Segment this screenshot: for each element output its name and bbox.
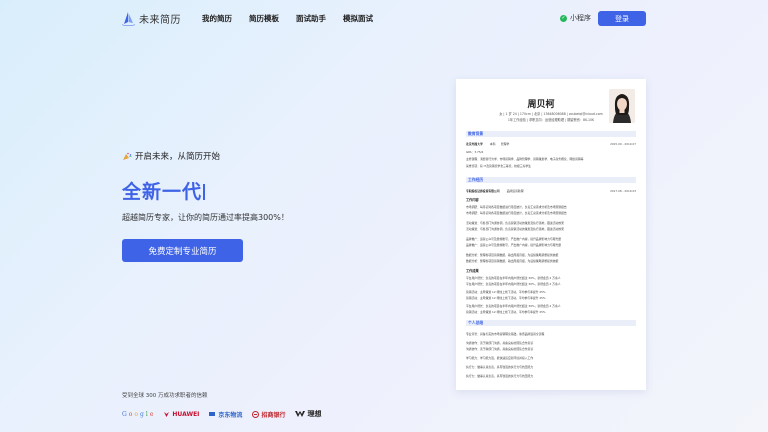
resume-preview-card[interactable]: 周贝柯 女 | 1 岁 24 | 170cm | 北京 | 1364800608… [456, 79, 646, 390]
work-result: 平台用户增长：负责的项目在半年内用户增长超过 30%，新增会员 2 万余人 [466, 276, 561, 280]
work-results-title: 工作成果 [466, 269, 479, 273]
section-summary: 个人总结 [466, 320, 636, 326]
summary-item: 沟通协作：善于跨部门沟通，具备良好的团队合作意识 [466, 341, 534, 345]
summary-item: 执行力：做事认真负责，具有较强的执行力与抗压能力 [466, 365, 534, 369]
huawei-flower-icon [164, 412, 170, 417]
resume-name: 周贝柯 [527, 100, 555, 110]
summary-item: 学习能力：学习能力强，能快速适应新环境并投入工作 [466, 356, 534, 360]
nav-interview-assistant[interactable]: 面试助手 [296, 13, 326, 24]
nav-my-resume[interactable]: 我的简历 [202, 13, 232, 24]
work-result: 平台用户增长：负责的项目在半年内用户增长超过 30%，新增会员 2 万余人 [466, 304, 561, 308]
brand-jd: 京东物流 [209, 410, 242, 419]
hero-tag-text: 开启未来，从简历开始 [135, 152, 221, 162]
work-item: 市场调研：每月初对各项目数据进行月度统计，负责汇总需求分析及市场预测报告 [466, 205, 567, 209]
create-resume-button[interactable]: 免费定制专业简历 [122, 239, 243, 262]
edu-period: 2015.09 - 2019.07 [610, 142, 636, 146]
party-popper-icon [123, 152, 132, 160]
brand-huawei: HUAWEI [163, 411, 199, 418]
brand-logos: Google HUAWEI 京东物流 招商银行 理想 [122, 409, 321, 419]
work-item: 市场调研：每月初对各项目数据进行月度统计，负责汇总需求分析及市场预测报告 [466, 211, 567, 215]
work-content-title: 工作内容 [466, 198, 479, 202]
work-item: 品牌推广：运营公众号及微博账号，产出推广内容，提升品牌影响力与曝光量 [466, 237, 562, 241]
mini-program-label: 小程序 [570, 14, 591, 22]
sail-logo-icon [122, 11, 135, 26]
work-item: 数据分析：整理各项目营销数据，输出周报月报，为后续策略调整提供依据 [466, 253, 559, 257]
mini-program-icon: ✓ [560, 14, 567, 22]
brand-li-auto: 理想 [295, 409, 321, 419]
section-work: 工作经历 [466, 177, 636, 183]
summary-item: 执行力：做事认真负责，具有较强的执行力与抗压能力 [466, 374, 534, 378]
brand-google: Google [122, 410, 154, 418]
logo-text: 未来简历 [139, 15, 181, 26]
work-item: 品牌推广：运营公众号及微博账号，产出推广内容，提升品牌影响力与曝光量 [466, 243, 562, 247]
nav-links: 我的简历 简历模板 面试助手 模拟面试 [202, 13, 373, 24]
work-result: 平台用户增长：负责的项目在半年内用户增长超过 30%，新增会员 2 万余人 [466, 282, 561, 286]
work-item: 活动策划：与各部门沟通协调，负责营销活动的策划及执行落地，跟进活动效果 [466, 227, 564, 231]
work-period: 2017.08 - 2019.03 [610, 189, 636, 193]
edu-honors: 荣誉奖项：获 IT及营销奖学金三等奖，校级三好学生 [466, 164, 531, 168]
nav-templates[interactable]: 简历模板 [249, 13, 279, 24]
work-result: 营销活动：主导策划 12 场线上线下活动，平均参与率提升 25% [466, 310, 546, 314]
work-item: 数据分析：整理各项目营销数据，输出周报月报，为后续策略调整提供依据 [466, 259, 559, 263]
site-logo[interactable]: 未来简历 [122, 11, 181, 26]
avatar-portrait-icon [609, 89, 635, 123]
typing-caret [203, 184, 205, 200]
li-auto-logo-icon [295, 411, 306, 417]
hero-tag: 开启未来，从简历开始 [122, 150, 220, 162]
work-result: 营销活动：主导策划 12 场线上线下活动，平均参与率提升 25% [466, 290, 546, 294]
nav-mock-interview[interactable]: 模拟面试 [343, 13, 373, 24]
section-education: 教育背景 [466, 131, 636, 137]
hero-title: 全新一代 [122, 177, 205, 204]
jd-logo-icon [209, 412, 216, 416]
hero-subtitle: 超越简历专家，让你的简历通过率提高300%！ [122, 213, 289, 222]
trust-text: 受到全球 300 万成功求职者的信赖 [122, 393, 208, 399]
top-nav: 未来简历 我的简历 简历模板 面试助手 模拟面试 ✓ 小程序 登录 [0, 0, 768, 36]
work-item: 活动策划：与各部门沟通协调，负责营销活动的策划及执行落地，跟进活动效果 [466, 221, 564, 225]
login-button[interactable]: 登录 [598, 11, 646, 26]
summary-item: 沟通协作：善于跨部门沟通，具备良好的团队合作意识 [466, 347, 534, 351]
mini-program-link[interactable]: ✓ 小程序 [560, 13, 591, 23]
resume-info: 女 | 1 岁 24 | 170cm | 北京 | 13648006088 | … [499, 112, 603, 122]
brand-cmb: 招商银行 [252, 410, 285, 419]
work-result: 营销活动：主导策划 12 场线上线下活动，平均参与率提升 25% [466, 296, 546, 300]
edu-gpa: GPA：3.75/4 [466, 150, 484, 154]
edu-courses: 主修课程：消费者行为学、市场营销学、品牌管理学、营销策划学、电子商务概论、网络营… [466, 157, 584, 161]
resume-avatar [609, 89, 635, 123]
cmb-logo-icon [252, 410, 260, 418]
summary-item: 专业背景：具备扎实的市场营销理论基础，熟悉品牌运营全流程 [466, 332, 545, 336]
